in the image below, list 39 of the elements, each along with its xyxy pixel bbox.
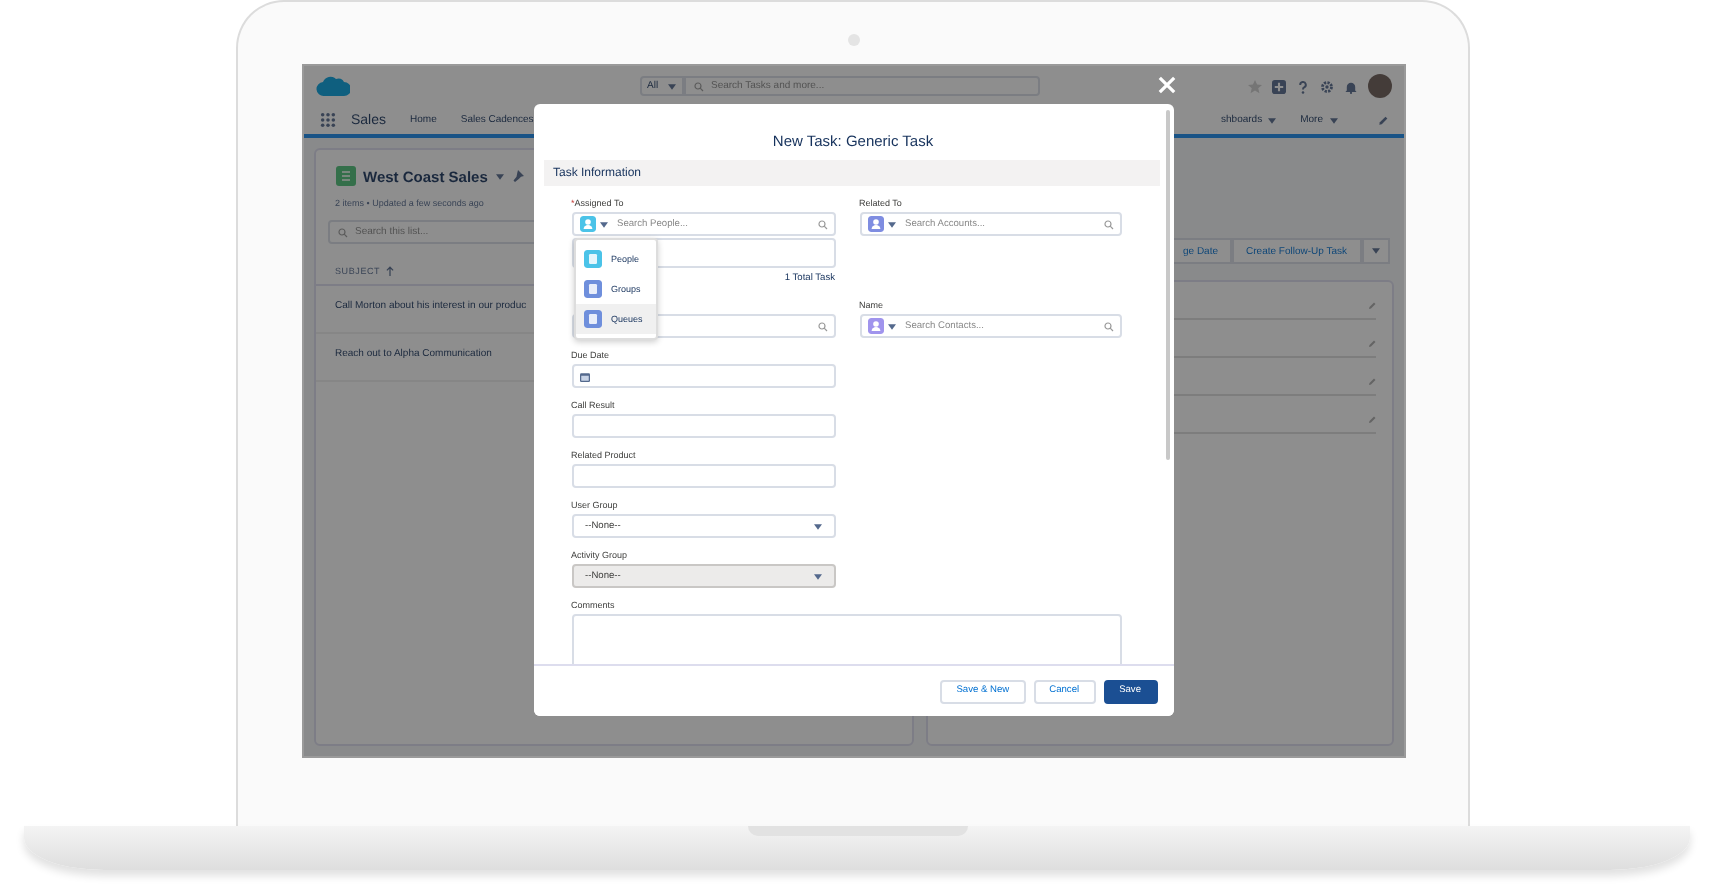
pencil-icon[interactable]	[1377, 115, 1387, 125]
caret-icon	[667, 83, 675, 89]
app-launcher-icon[interactable]	[319, 112, 335, 128]
pencil-icon[interactable]	[1367, 340, 1375, 348]
search-icon	[1103, 321, 1113, 331]
close-icon[interactable]	[1157, 76, 1175, 94]
search-icon	[693, 81, 703, 91]
search-icon	[337, 227, 347, 237]
list-icon	[335, 166, 355, 186]
caret-icon	[599, 221, 607, 227]
caret-icon	[887, 323, 895, 329]
bell-icon[interactable]	[1343, 79, 1357, 93]
caret-icon	[1371, 247, 1379, 253]
date-field[interactable]	[571, 364, 835, 388]
more-actions-button[interactable]	[1361, 238, 1389, 264]
plus-icon[interactable]	[1271, 79, 1285, 93]
pencil-icon[interactable]	[1367, 302, 1375, 310]
input-field[interactable]	[571, 414, 835, 438]
pin-icon[interactable]	[511, 170, 524, 182]
search-icon	[817, 219, 827, 229]
pencil-icon[interactable]	[1367, 378, 1375, 386]
calendar-icon	[579, 371, 589, 381]
caret-icon	[495, 173, 504, 179]
scrollbar[interactable]	[1165, 110, 1169, 460]
caret-icon	[1268, 117, 1277, 123]
help-icon[interactable]	[1295, 79, 1309, 93]
settings-icon[interactable]	[1319, 79, 1333, 93]
pencil-icon[interactable]	[1367, 416, 1375, 424]
caret-icon	[887, 221, 895, 227]
user-avatar[interactable]	[1367, 74, 1391, 98]
caret-icon	[1329, 117, 1337, 123]
search-icon	[817, 321, 827, 331]
search-icon	[1103, 219, 1113, 229]
caret-icon	[813, 523, 821, 529]
sort-icon[interactable]	[386, 266, 395, 276]
input-field[interactable]	[571, 464, 835, 488]
cloud-icon	[315, 74, 349, 98]
star-icon[interactable]	[1247, 79, 1261, 93]
caret-icon	[813, 573, 821, 579]
